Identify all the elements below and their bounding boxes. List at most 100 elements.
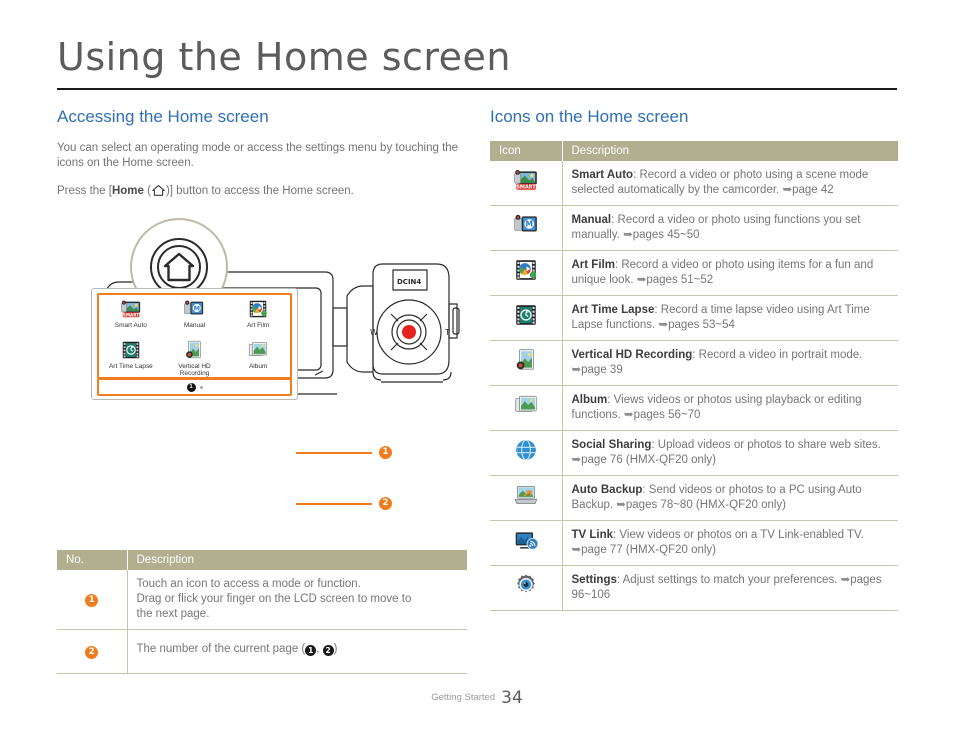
table-row: Art Film: Record a video or photo using … — [490, 250, 898, 296]
icon-desc: : Record a video or photo using function… — [571, 213, 861, 241]
icon-ref: pages 45~50 — [632, 228, 700, 241]
desc-line-3: the next page. — [136, 608, 210, 620]
table-row: Art Time Lapse: Record a time lapse vide… — [490, 295, 898, 341]
icon-cell — [490, 295, 563, 341]
icon-ref: pages 56~70 — [633, 408, 701, 421]
icon-title: Vertical HD Recording — [571, 348, 693, 361]
mockup-item-smart-auto[interactable]: SMART Smart Auto — [99, 295, 163, 336]
icon-title: TV Link — [571, 528, 614, 541]
icon-cell — [490, 385, 563, 431]
table-row: Social Sharing: Upload videos or photos … — [490, 430, 898, 476]
number-badge-1: 1 — [85, 594, 99, 607]
description-cell: Album: Views videos or photos using play… — [562, 385, 898, 431]
mockup-item-album[interactable]: Album — [226, 336, 290, 377]
inline-badge-1: 1 — [305, 645, 317, 656]
svg-text:SMART: SMART — [516, 185, 536, 191]
icon-description-table: Icon Description SMART Smart Auto: Recor… — [490, 140, 898, 611]
mockup-label: Album — [248, 363, 268, 370]
svg-text:M: M — [525, 220, 533, 229]
icon-title: Art Time Lapse — [571, 303, 655, 316]
mockup-label: Smart Auto — [114, 322, 147, 329]
page-title: Using the Home screen — [57, 35, 512, 79]
mockup-item-vertical-hd[interactable]: Vertical HD Recording — [163, 336, 227, 377]
desc-line-1: Touch an icon to access a mode or functi… — [136, 578, 361, 590]
callout-leader-1 — [296, 452, 372, 454]
mockup-label: Manual — [183, 322, 206, 329]
smart-auto-icon: SMART — [120, 298, 142, 320]
table-header-row: No. Description — [57, 550, 467, 570]
mockup-icon-area: SMART Smart Auto M Manual Art Film Art T… — [97, 293, 292, 379]
mockup-label: Vertical HD Recording — [178, 363, 211, 377]
icon-cell: SMART — [490, 160, 563, 206]
footer-section-label: Getting Started — [431, 692, 496, 703]
arrow-icon: ➥ — [616, 498, 626, 511]
arrow-icon: ➥ — [636, 273, 647, 286]
column-header-icon: Icon — [490, 140, 562, 161]
art-film-icon — [247, 298, 269, 320]
icon-cell — [490, 520, 563, 566]
mockup-item-art-film[interactable]: Art Film — [226, 295, 290, 336]
desc-suffix: ) — [333, 643, 338, 655]
vertical-hd-icon — [513, 347, 539, 373]
dcin-label: DCIN4 — [397, 278, 421, 286]
description-cell: Smart Auto: Record a video or photo usin… — [562, 160, 898, 206]
arrow-icon: ➥ — [782, 183, 793, 196]
arrow-icon: ➥ — [571, 363, 582, 376]
arrow-icon: ➥ — [840, 573, 851, 586]
vertical-hd-icon — [183, 339, 205, 361]
mockup-item-manual[interactable]: M Manual — [163, 295, 227, 336]
desc-prefix: The number of the current page ( — [136, 643, 306, 655]
page-footer: Getting Started 34 — [0, 688, 954, 708]
row-description-cell: Touch an icon to access a mode or functi… — [127, 570, 467, 630]
table-row: M Manual: Record a video or photo using … — [490, 205, 898, 251]
icon-title: Social Sharing — [571, 438, 652, 451]
numbered-description-table: No. Description 1 Touch an icon to acces… — [57, 550, 467, 674]
icon-desc: : Record a video in portrait mode. — [692, 348, 863, 361]
zoom-tele-label: T — [444, 328, 450, 337]
icon-cell — [490, 250, 563, 296]
icon-title: Smart Auto — [571, 168, 634, 181]
manual-icon: M — [183, 298, 205, 320]
arrow-icon: ➥ — [571, 453, 582, 466]
description-cell: Art Time Lapse: Record a time lapse vide… — [562, 295, 898, 341]
icon-cell: M — [490, 205, 563, 251]
icon-ref: pages 53~54 — [668, 318, 735, 331]
callout-badge-1: 1 — [379, 446, 392, 459]
row-number-cell: 2 — [57, 629, 128, 674]
title-divider — [57, 88, 897, 90]
album-icon — [247, 339, 269, 361]
column-header-description: Description — [126, 550, 467, 570]
manual-icon: M — [513, 212, 539, 238]
zoom-wide-label: W — [370, 328, 378, 337]
icon-ref: page 77 (HMX-QF20 only) — [581, 543, 717, 556]
callout-leader-2 — [296, 503, 372, 505]
icon-title: Album — [571, 393, 608, 406]
description-cell: Auto Backup: Send videos or photos to a … — [562, 475, 898, 521]
album-icon — [513, 392, 539, 418]
number-badge-2: 2 — [85, 646, 99, 659]
icon-desc: : Adjust settings to match your preferen… — [616, 573, 841, 586]
page-indicator-current[interactable]: 1 — [186, 382, 196, 392]
table-row: Album: Views videos or photos using play… — [490, 385, 898, 431]
mockup-page-indicator: 1 — [97, 378, 292, 396]
icon-desc: : View videos or photos on a TV Link-ena… — [613, 528, 864, 541]
icon-title: Manual — [571, 213, 612, 226]
home-keyword: Home — [111, 184, 144, 197]
page-indicator-dot[interactable] — [199, 385, 203, 389]
auto-backup-icon — [513, 482, 539, 508]
row-number-cell: 1 — [57, 570, 128, 630]
mockup-item-art-time-lapse[interactable]: Art Time Lapse — [99, 336, 163, 377]
icon-cell — [490, 340, 563, 386]
desc-separator: , — [316, 643, 323, 655]
art-time-lapse-icon — [120, 339, 142, 361]
art-film-icon — [513, 257, 539, 283]
icon-cell — [490, 565, 563, 611]
inline-badge-2: 2 — [322, 645, 334, 656]
arrow-icon: ➥ — [623, 408, 634, 421]
description-cell: Settings: Adjust settings to match your … — [562, 565, 898, 611]
icon-ref: page 39 — [581, 363, 623, 376]
icon-desc: : Upload videos or photos to share web s… — [651, 438, 881, 451]
description-cell: Social Sharing: Upload videos or photos … — [562, 430, 898, 476]
table-row: SMART Smart Auto: Record a video or phot… — [490, 160, 898, 206]
table-row: Vertical HD Recording: Record a video in… — [490, 340, 898, 386]
